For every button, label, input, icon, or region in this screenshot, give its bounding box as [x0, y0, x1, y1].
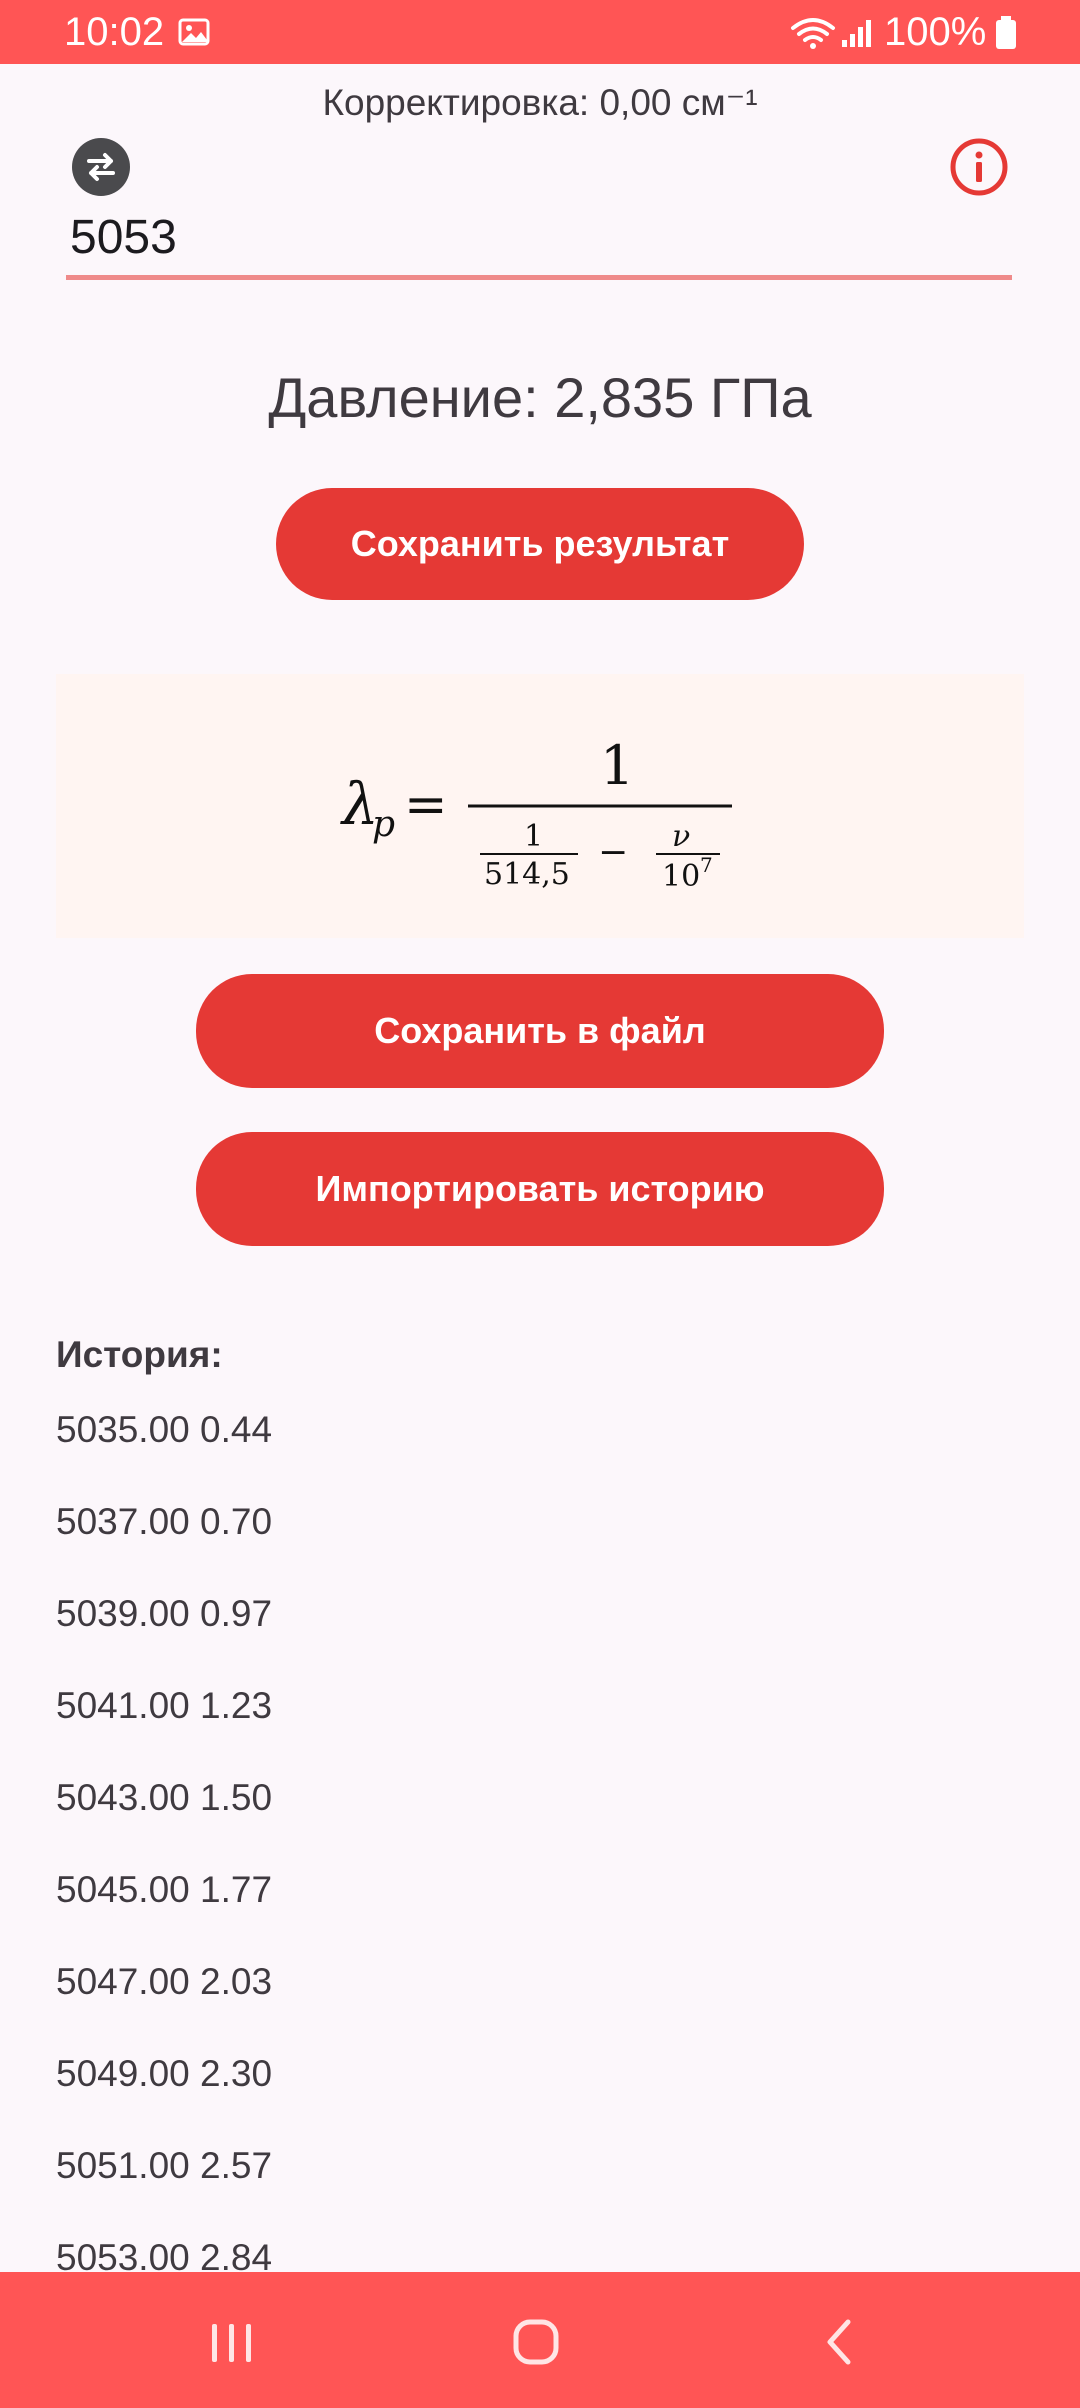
history-list: 5035.00 0.44 5037.00 0.70 5039.00 0.97 5…: [56, 1402, 1024, 2322]
history-item: 5043.00 1.50: [56, 1777, 273, 1818]
pressure-result: Давление: 2,835 ГПа: [268, 366, 812, 429]
wifi-icon: [791, 18, 835, 49]
back-icon[interactable]: [800, 2302, 880, 2382]
battery-icon: [996, 16, 1016, 49]
history-title: История:: [56, 1334, 223, 1375]
recent-apps-icon[interactable]: [192, 2302, 272, 2382]
history-item: 5039.00 0.97: [56, 1593, 273, 1634]
save-result-button[interactable]: Сохранить результат: [276, 488, 804, 600]
save-to-file-button[interactable]: Сохранить в файл: [196, 974, 884, 1088]
import-history-button[interactable]: Импортировать историю: [196, 1132, 884, 1246]
battery-percent: 100%: [884, 10, 987, 54]
formula-nu: ν: [672, 819, 690, 854]
navigation-bar: [0, 2272, 1080, 2408]
formula-equals: =: [404, 775, 448, 835]
home-icon[interactable]: [496, 2302, 576, 2382]
formula-inner-numerator: 1: [524, 819, 543, 854]
correction-label: Корректировка: 0,00 см⁻¹: [322, 82, 758, 123]
signal-icon: [842, 20, 871, 47]
status-time: 10:02: [64, 10, 165, 54]
history-item: 5037.00 0.70: [56, 1501, 273, 1542]
history-item: 5045.00 1.77: [56, 1869, 273, 1910]
info-icon[interactable]: [948, 136, 1010, 198]
formula-lambda-sub: p: [372, 804, 395, 845]
formula-panel: λ p = 1 1 514,5 − ν 10 7: [56, 674, 1024, 938]
status-bar: 10:02 100%: [0, 0, 1080, 64]
formula-inner-denominator: 514,5: [484, 857, 570, 892]
history-item: 5041.00 1.23: [56, 1685, 273, 1726]
history-item: 5047.00 2.03: [56, 1961, 273, 2002]
gallery-icon: [178, 18, 210, 46]
history-item: 5051.00 2.57: [56, 2145, 273, 2186]
history-item: 5035.00 0.44: [56, 1409, 273, 1450]
formula-ten: 10: [662, 859, 700, 894]
formula-exponent: 7: [700, 853, 713, 877]
swap-button[interactable]: [72, 138, 130, 196]
app-screen: 10:02 100% Корректировка: 0,00 см⁻¹ 5053…: [0, 0, 1080, 2408]
wavenumber-input[interactable]: [66, 200, 1012, 280]
formula-minus: −: [598, 832, 628, 873]
swap-icon: [87, 153, 115, 181]
history-item: 5049.00 2.30: [56, 2053, 273, 2094]
formula-numerator: 1: [600, 734, 634, 797]
